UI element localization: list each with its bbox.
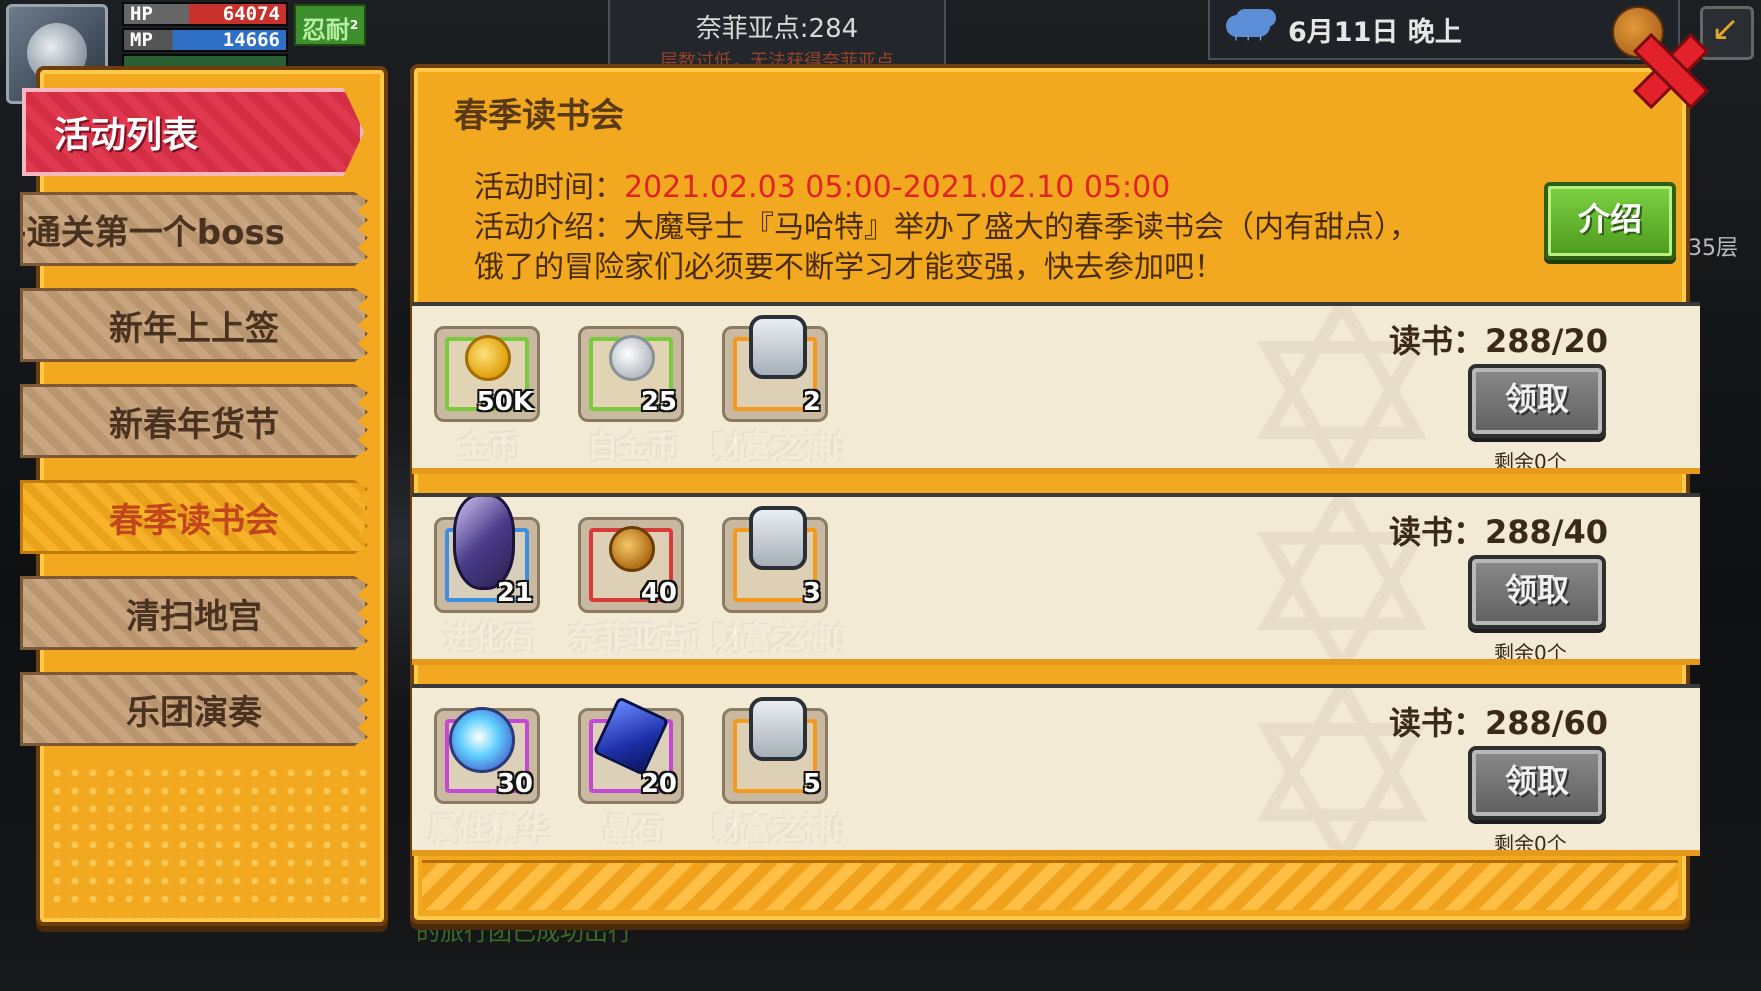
item-name: 进化石 <box>444 621 535 657</box>
item-name: 财富之神的宝箱 <box>712 430 842 466</box>
reward-item[interactable]: 20 晶石 <box>578 696 684 848</box>
reward-list: ✡ 50K 金币 25 白金币 2 财富之神 读书：288/20 领取 剩余0个… <box>412 302 1700 875</box>
ninja-badge-level: 2 <box>349 18 359 32</box>
reward-item[interactable]: 5 财富之神的宝箱 <box>712 697 842 848</box>
floor-label: 35层 <box>1688 236 1738 261</box>
reward-item[interactable]: 50K 金币 <box>434 326 540 466</box>
reward-item[interactable]: 30 属性精华 <box>429 707 550 848</box>
item-slot: 5 <box>722 697 828 804</box>
event-list-header: 活动列表 <box>22 88 364 176</box>
reward-row: ✡ 30 属性精华 20 晶石 5 财富之神 读书：288/60 领取 剩余0个 <box>412 684 1700 856</box>
platinum-coin-icon <box>609 335 655 381</box>
item-count: 5 <box>802 769 821 799</box>
item-slot: 30 <box>434 707 540 804</box>
tab-label: 清扫地宫 <box>126 596 262 637</box>
nephia-points: 奈菲亚点:284 <box>695 14 859 44</box>
ninja-badge[interactable]: 忍耐2 <box>294 4 366 46</box>
tab-boss-clear[interactable]: 5-通关第一个boss <box>20 192 368 266</box>
reading-progress: 读书：288/40 <box>1389 513 1609 551</box>
item-count: 21 <box>496 578 533 608</box>
item-slot: 50K <box>434 326 540 422</box>
item-count: 30 <box>496 769 533 799</box>
event-time-value: 2021.02.03 05:00-2021.02.10 05:00 <box>624 170 1171 205</box>
evolution-stone-icon <box>453 497 515 590</box>
tab-new-year-lottery[interactable]: 新年上上签 <box>20 288 368 362</box>
tab-label: 新年上上签 <box>109 308 279 349</box>
tab-label: 乐团演奏 <box>126 692 262 733</box>
item-slot: 40 <box>578 517 684 613</box>
mp-label: MP <box>130 29 153 51</box>
event-title: 春季读书会 <box>454 96 624 136</box>
mp-value: 14666 <box>222 29 280 51</box>
weather-panel: 6月11日 晚上 <box>1208 0 1680 60</box>
ninja-badge-label: 忍耐 <box>301 16 350 44</box>
remaining-count: 剩余0个 <box>1494 832 1567 856</box>
event-detail-panel: 春季读书会 活动时间：2021.02.03 05:00-2021.02.10 0… <box>410 64 1700 924</box>
event-intro-line-2: 饿了的冒险家们必须要不断学习才能变强，快去参加吧！ <box>474 250 1224 285</box>
claim-button[interactable]: 领取 <box>1468 555 1606 629</box>
reward-item[interactable]: 25 白金币 <box>578 326 684 466</box>
tab-label: 新春年货节 <box>109 404 279 445</box>
remaining-count: 剩余0个 <box>1494 641 1567 665</box>
event-list-title: 活动列表 <box>54 115 199 156</box>
tab-spring-reading[interactable]: 春季读书会 <box>20 480 368 554</box>
fortune-chest-icon <box>749 315 807 379</box>
gold-coin-icon <box>465 335 511 381</box>
tab-clean-dungeon[interactable]: 清扫地宫 <box>20 576 368 650</box>
nephia-points-panel: 奈菲亚点:284 层数过低，无法获得奈菲亚点 <box>608 0 946 72</box>
item-slot: 3 <box>722 506 828 613</box>
hp-label: HP <box>130 3 153 25</box>
tab-label: 5-通关第一个boss <box>23 212 285 253</box>
tab-spring-festival-goods[interactable]: 新春年货节 <box>20 384 368 458</box>
panel-pattern <box>48 764 376 914</box>
panel-bottom-strip <box>422 860 1678 910</box>
item-count: 2 <box>802 387 821 417</box>
claim-button[interactable]: 领取 <box>1468 364 1606 438</box>
event-time-line: 活动时间：2021.02.03 05:00-2021.02.10 05:00 <box>474 168 1574 208</box>
attribute-essence-icon <box>449 707 515 773</box>
tab-label: 春季读书会 <box>109 500 279 541</box>
event-time-label: 活动时间： <box>474 170 624 205</box>
item-name: 财富之神的宝箱 <box>712 621 842 657</box>
event-intro-line-1: 活动介绍：大魔导士『马哈特』举办了盛大的春季读书会（内有甜点）， <box>474 210 1419 245</box>
hp-value: 64074 <box>222 3 280 25</box>
reading-progress: 读书：288/20 <box>1389 322 1609 360</box>
item-slot: 20 <box>578 696 684 804</box>
claim-button[interactable]: 领取 <box>1468 746 1606 820</box>
event-info: 活动时间：2021.02.03 05:00-2021.02.10 05:00 活… <box>474 168 1574 288</box>
intro-button[interactable]: 介绍 <box>1544 182 1676 260</box>
reading-progress: 读书：288/60 <box>1389 704 1609 742</box>
mp-bar: MP 14666 <box>122 28 288 52</box>
item-count: 50K <box>476 387 533 417</box>
reward-item[interactable]: 40 奈菲亚古币 <box>568 517 698 657</box>
item-name: 金币 <box>459 430 520 466</box>
item-name: 晶石 <box>603 812 664 848</box>
reward-row: ✡ 50K 金币 25 白金币 2 财富之神 读书：288/20 领取 剩余0个 <box>412 302 1700 474</box>
hp-bar: HP 64074 <box>122 2 288 26</box>
close-icon[interactable] <box>1630 30 1704 104</box>
item-slot: 2 <box>722 315 828 422</box>
rain-cloud-icon <box>1220 9 1276 51</box>
item-slot: 21 <box>434 497 540 613</box>
item-name: 白金币 <box>588 430 679 466</box>
reward-item[interactable]: 3 财富之神的宝箱 <box>712 506 842 657</box>
fortune-chest-icon <box>749 506 807 570</box>
reward-item[interactable]: 21 进化石 <box>434 497 540 657</box>
item-name: 属性精华 <box>429 812 550 848</box>
item-name: 财富之神的宝箱 <box>712 812 842 848</box>
remaining-count: 剩余0个 <box>1494 450 1567 474</box>
item-name: 奈菲亚古币 <box>568 621 698 657</box>
item-count: 40 <box>640 578 677 608</box>
item-slot: 25 <box>578 326 684 422</box>
tab-band-performance[interactable]: 乐团演奏 <box>20 672 368 746</box>
reward-row: ✡ 21 进化石 40 奈菲亚古币 <box>412 493 1700 665</box>
ancient-coin-icon <box>609 526 655 572</box>
weather-date: 6月11日 晚上 <box>1288 16 1462 48</box>
item-count: 20 <box>640 769 677 799</box>
item-count: 25 <box>640 387 677 417</box>
item-count: 3 <box>802 578 821 608</box>
fortune-chest-icon <box>749 697 807 761</box>
reward-item[interactable]: 2 财富之神的宝箱 <box>712 315 842 466</box>
